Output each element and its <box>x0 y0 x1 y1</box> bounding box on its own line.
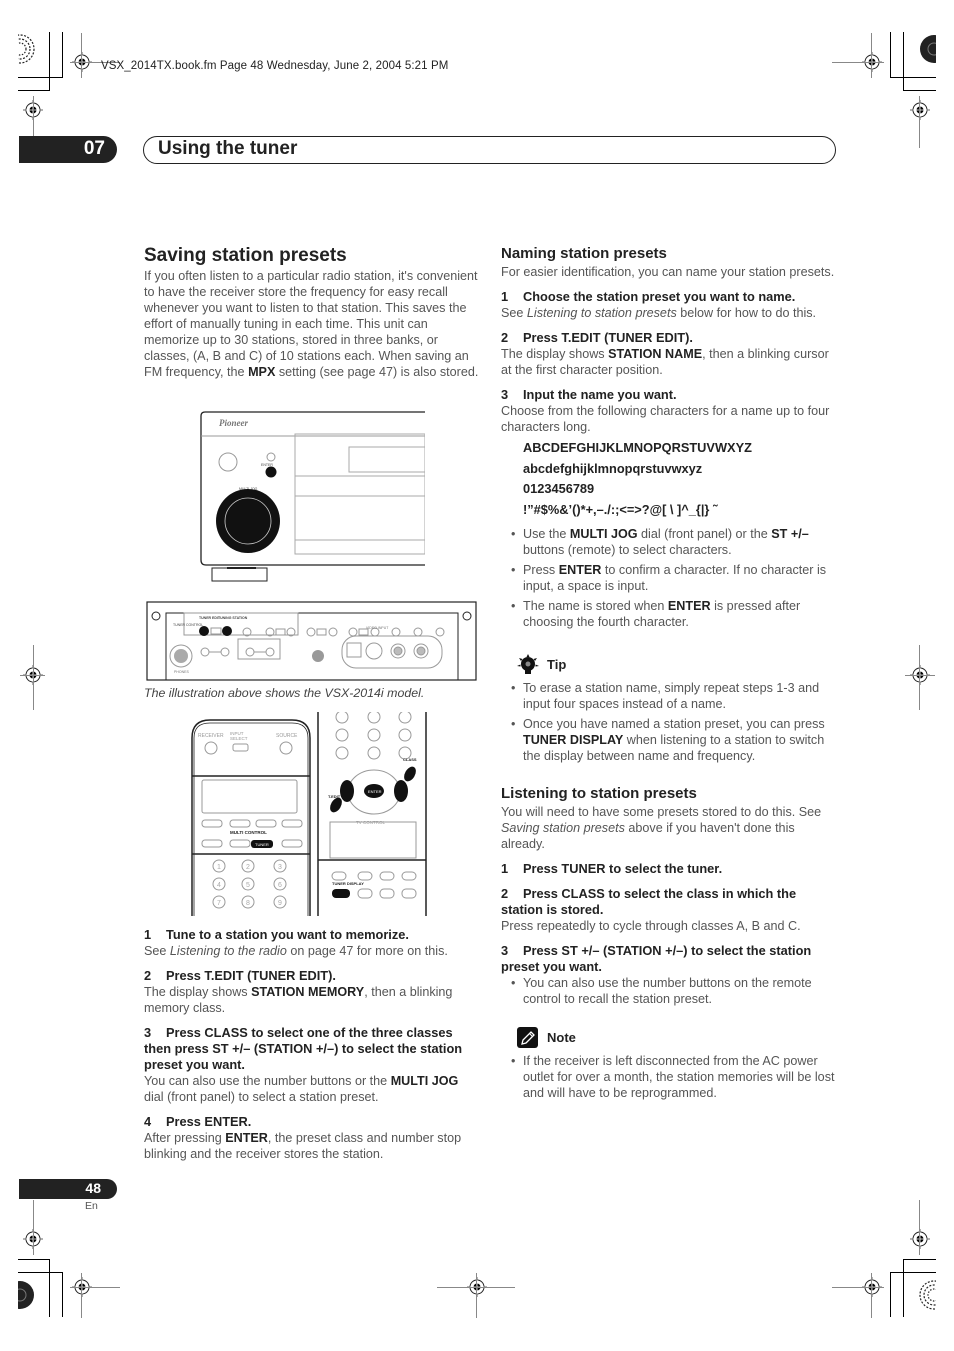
svg-text:ENTER: ENTER <box>368 789 382 794</box>
saving-intro: If you often listen to a particular radi… <box>144 269 479 379</box>
svg-text:6: 6 <box>278 882 282 889</box>
svg-text:4: 4 <box>217 882 221 889</box>
tip-list: To erase a station name, simply repeat s… <box>501 680 837 764</box>
page-language: En <box>85 1200 98 1212</box>
tuning-station-button <box>222 626 232 636</box>
list-item: Use the MULTI JOG dial (front panel) or … <box>501 526 837 558</box>
listening-step-2: 2 Press CLASS to select the class in whic… <box>501 886 801 933</box>
cross-reference-link: Saving station presets <box>501 821 625 835</box>
svg-text:SOURCE: SOURCE <box>276 733 298 739</box>
registration-starburst-icon <box>18 32 44 66</box>
list-item: Once you have named a station preset, yo… <box>501 716 837 764</box>
left-column: Saving station presets If you often list… <box>144 244 480 380</box>
svg-text:ENTER: ENTER <box>261 463 273 467</box>
naming-bullets: Use the MULTI JOG dial (front panel) or … <box>501 526 837 630</box>
charset-symbols: !”#$%&’()*+,–./:;<=>?@[ \ ]^_{|} ˜ <box>523 501 718 517</box>
svg-text:MULTI CONTROL: MULTI CONTROL <box>230 830 267 835</box>
saving-step-3: 3 Press CLASS to select one of the three … <box>144 1025 463 1104</box>
note-list: If the receiver is left disconnected fro… <box>501 1053 837 1101</box>
section-title-naming: Naming station presets <box>501 245 667 262</box>
svg-text:SELECT: SELECT <box>230 736 248 741</box>
list-item: Press ENTER to confirm a character. If n… <box>501 562 837 594</box>
naming-step-2: 2 Press T.EDIT (TUNER EDIT). The display … <box>501 330 829 377</box>
svg-text:1: 1 <box>217 864 221 871</box>
list-item: To erase a station name, simply repeat s… <box>501 680 837 712</box>
multi-jog-dial <box>216 489 280 553</box>
listening-step-3: 3 Press ST +/– (STATION +/–) to select th… <box>501 943 837 1007</box>
page-number-badge: 48 <box>19 1179 117 1199</box>
svg-text:CLASS: CLASS <box>403 757 417 762</box>
note-heading: Note <box>501 1027 837 1049</box>
svg-text:7: 7 <box>217 900 221 907</box>
list-item: The name is stored when ENTER is pressed… <box>501 598 837 630</box>
svg-text:TUNER: TUNER <box>255 842 269 847</box>
lightbulb-icon <box>517 654 539 676</box>
registration-target-icon <box>910 100 930 120</box>
illustration-caption: The illustration above shows the VSX-201… <box>144 686 425 700</box>
chapter-number: 07 <box>83 138 105 159</box>
enter-button <box>265 466 277 478</box>
tuner-control-label: TUNER CONTROL <box>173 623 203 627</box>
cross-reference-link: Listening to the radio <box>169 944 287 958</box>
registration-starburst-icon <box>910 32 936 66</box>
naming-step-3: 3 Input the name you want. Choose from th… <box>501 387 830 434</box>
charset-uppercase: ABCDEFGHIJKLMNOPQRSTUVWXYZ <box>523 440 752 455</box>
tip-heading: Tip <box>501 654 837 676</box>
registration-starburst-icon <box>18 1278 44 1312</box>
tuner-display-button <box>332 889 350 898</box>
section-title-saving: Saving station presets <box>144 245 347 266</box>
tuner-edit-button <box>199 626 209 636</box>
saving-step-1: 1 Tune to a station you want to memorize.… <box>144 927 448 958</box>
svg-text:9: 9 <box>278 900 282 907</box>
registration-target-icon <box>910 1229 930 1249</box>
remote-control-top-illustration: RECEIVER INPUT SELECT SOURCE MULTI CONTR… <box>190 716 312 916</box>
registration-starburst-icon <box>910 1278 936 1312</box>
svg-text:3: 3 <box>278 864 282 871</box>
listening-intro: You will need to have some presets store… <box>501 805 822 851</box>
cross-reference-link: Listening to station presets <box>526 306 677 320</box>
page-number: 48 <box>85 1180 101 1196</box>
naming-intro: For easier identification, you can name … <box>501 265 835 279</box>
list-item: You can also use the number buttons on t… <box>501 975 837 1007</box>
chapter-title: Using the tuner <box>158 138 298 159</box>
svg-text:TUNER DISPLAY: TUNER DISPLAY <box>332 881 364 886</box>
character-set-list: ABCDEFGHIJKLMNOPQRSTUVWXYZ abcdefghijklm… <box>523 438 837 520</box>
brand-logo: Pioneer <box>219 418 248 428</box>
receiver-front-panel-illustration: Pioneer ENTER MULTI JOG <box>199 410 426 582</box>
right-column: Naming station presets For easier identi… <box>501 244 837 1101</box>
saving-step-4: 4 Press ENTER. After pressing ENTER, the … <box>144 1114 462 1161</box>
class-button <box>404 766 416 782</box>
svg-text:PHONES: PHONES <box>174 670 189 674</box>
svg-text:5: 5 <box>246 882 250 889</box>
listening-step-1: 1 Press TUNER to select the tuner. <box>501 861 723 876</box>
receiver-front-panel-controls-illustration: TUNER CONTROL TUNER EDIT TUNING STATION … <box>146 601 477 681</box>
remote-control-bottom-illustration: ENTER T.EDIT CLASS TV CONTROL TUNER DISP… <box>316 710 428 916</box>
pencil-note-icon <box>517 1027 539 1049</box>
svg-text:VIDEO INPUT: VIDEO INPUT <box>366 626 389 630</box>
chapter-title-bar: Using the tuner <box>143 136 836 164</box>
naming-step-1: 1 Choose the station preset you want to n… <box>501 289 817 320</box>
charset-digits: 0123456789 <box>523 481 595 496</box>
section-title-listening: Listening to station presets <box>501 785 697 802</box>
file-metadata-line: VSX_2014TX.book.fm Page 48 Wednesday, Ju… <box>101 60 449 72</box>
chapter-number-badge: 07 <box>19 136 117 163</box>
saving-step-2: 2 Press T.EDIT (TUNER EDIT). The display … <box>144 968 453 1015</box>
svg-text:TUNING STATION: TUNING STATION <box>218 616 248 620</box>
svg-text:RECEIVER: RECEIVER <box>198 733 224 739</box>
svg-text:2: 2 <box>246 864 250 871</box>
svg-text:8: 8 <box>246 900 250 907</box>
list-item: If the receiver is left disconnected fro… <box>501 1053 837 1101</box>
charset-lowercase: abcdefghijklmnopqrstuvwxyz <box>523 460 703 476</box>
saving-steps: 1 Tune to a station you want to memorize.… <box>144 918 480 1162</box>
